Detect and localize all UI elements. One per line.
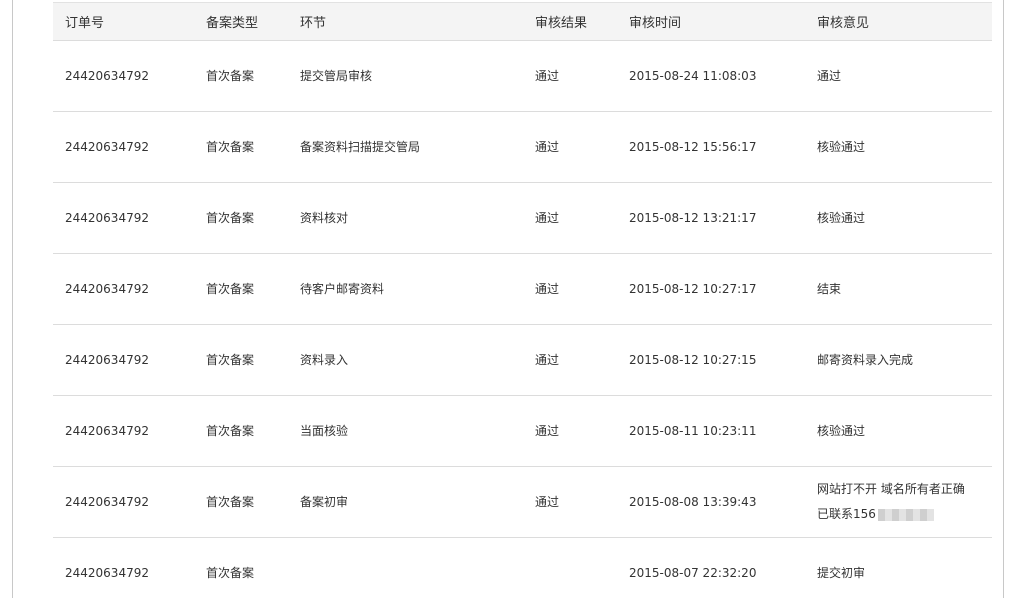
cell-order-no: 24420634792	[53, 395, 194, 467]
cell-record-type: 首次备案	[194, 182, 288, 254]
opinion-line-2: 已联系156	[817, 502, 992, 527]
cell-opinion: 结束	[805, 253, 992, 325]
cell-record-type: 首次备案	[194, 40, 288, 112]
audit-history-table: 订单号 备案类型 环节 审核结果 审核时间 审核意见 24420634792 首…	[53, 2, 992, 609]
header-stage: 环节	[288, 2, 523, 41]
opinion-line-2-text: 已联系156	[817, 507, 876, 521]
cell-order-no: 24420634792	[53, 324, 194, 396]
header-time: 审核时间	[617, 2, 805, 41]
cell-order-no: 24420634792	[53, 466, 194, 538]
table-body: 24420634792 首次备案 提交管局审核 通过 2015-08-24 11…	[53, 40, 992, 609]
cell-order-no: 24420634792	[53, 111, 194, 183]
cell-time: 2015-08-12 10:27:17	[617, 253, 805, 325]
cell-result: 通过	[523, 40, 617, 112]
table-row: 24420634792 首次备案 备案资料扫描提交管局 通过 2015-08-1…	[53, 111, 992, 183]
cell-record-type: 首次备案	[194, 466, 288, 538]
cell-stage: 当面核验	[288, 395, 523, 467]
redacted-phone-mask	[877, 508, 934, 521]
header-record-type: 备案类型	[194, 2, 288, 41]
cell-result: 通过	[523, 395, 617, 467]
table-row: 24420634792 首次备案 资料核对 通过 2015-08-12 13:2…	[53, 182, 992, 254]
cell-opinion: 通过	[805, 40, 992, 112]
cell-time: 2015-08-12 10:27:15	[617, 324, 805, 396]
content-frame: 订单号 备案类型 环节 审核结果 审核时间 审核意见 24420634792 首…	[12, 0, 1004, 598]
cell-stage: 备案初审	[288, 466, 523, 538]
cell-order-no: 24420634792	[53, 40, 194, 112]
cell-time: 2015-08-24 11:08:03	[617, 40, 805, 112]
cell-result: 通过	[523, 466, 617, 538]
cell-result: 通过	[523, 324, 617, 396]
cell-stage: 资料录入	[288, 324, 523, 396]
table-header: 订单号 备案类型 环节 审核结果 审核时间 审核意见	[53, 2, 992, 41]
table-row: 24420634792 首次备案 资料录入 通过 2015-08-12 10:2…	[53, 324, 992, 396]
cell-time: 2015-08-12 13:21:17	[617, 182, 805, 254]
table-row: 24420634792 首次备案 提交管局审核 通过 2015-08-24 11…	[53, 40, 992, 112]
header-order-no: 订单号	[53, 2, 194, 41]
table-row: 24420634792 首次备案 待客户邮寄资料 通过 2015-08-12 1…	[53, 253, 992, 325]
cell-stage: 待客户邮寄资料	[288, 253, 523, 325]
audit-table-container: 订单号 备案类型 环节 审核结果 审核时间 审核意见 24420634792 首…	[53, 2, 992, 609]
header-result: 审核结果	[523, 2, 617, 41]
cell-record-type: 首次备案	[194, 253, 288, 325]
cell-order-no: 24420634792	[53, 253, 194, 325]
cell-opinion: 核验通过	[805, 395, 992, 467]
cell-result: 通过	[523, 111, 617, 183]
header-opinion: 审核意见	[805, 2, 992, 41]
cell-time: 2015-08-11 10:23:11	[617, 395, 805, 467]
cell-record-type: 首次备案	[194, 395, 288, 467]
cell-opinion: 网站打不开 域名所有者正确 已联系156	[805, 466, 992, 538]
cell-stage: 提交管局审核	[288, 40, 523, 112]
cell-time: 2015-08-08 13:39:43	[617, 466, 805, 538]
cell-opinion: 核验通过	[805, 182, 992, 254]
cell-opinion: 核验通过	[805, 111, 992, 183]
cell-order-no: 24420634792	[53, 182, 194, 254]
table-row: 24420634792 首次备案 当面核验 通过 2015-08-11 10:2…	[53, 395, 992, 467]
cell-result: 通过	[523, 182, 617, 254]
table-row: 24420634792 首次备案 备案初审 通过 2015-08-08 13:3…	[53, 466, 992, 538]
header-row: 订单号 备案类型 环节 审核结果 审核时间 审核意见	[53, 2, 992, 41]
cell-record-type: 首次备案	[194, 324, 288, 396]
cell-stage: 备案资料扫描提交管局	[288, 111, 523, 183]
cell-time: 2015-08-12 15:56:17	[617, 111, 805, 183]
opinion-line-1: 网站打不开 域名所有者正确	[817, 482, 965, 496]
cell-opinion: 邮寄资料录入完成	[805, 324, 992, 396]
cell-stage: 资料核对	[288, 182, 523, 254]
cell-result: 通过	[523, 253, 617, 325]
cell-record-type: 首次备案	[194, 111, 288, 183]
